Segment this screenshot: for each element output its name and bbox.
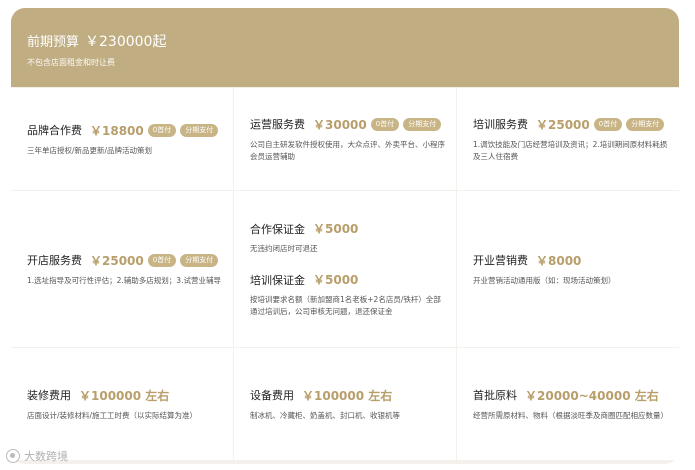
fee-name: 培训服务费 — [473, 118, 528, 131]
fee-name: 装修费用 — [27, 389, 71, 402]
installment-badge: 分期支付 — [626, 117, 665, 131]
zero-down-badge: 0首付 — [593, 117, 623, 131]
deposit-block: 合作保证金 ￥5000 无违约闭店时可退还 — [250, 220, 446, 255]
fee-price: ￥18800 — [90, 123, 144, 138]
fee-price: ￥100000 左右 — [302, 388, 393, 403]
fee-cell-brand: 品牌合作费 ￥18800 0首付 分期支付 三年单店授权/新品更新/品牌活动策划 — [11, 88, 233, 190]
fee-cell-equipment: 设备费用 ￥100000 左右 制冰机、冷藏柜、奶盖机、封口机、收银机等 — [234, 348, 456, 460]
installment-badge: 分期支付 — [403, 117, 442, 131]
fee-name: 培训保证金 — [250, 273, 305, 287]
fee-price: ￥5000 — [313, 222, 359, 236]
fee-name: 运营服务费 — [250, 118, 305, 131]
watermark: 大数跨境 — [6, 448, 68, 464]
fee-desc: 按培训要求名额（新加盟商1名老板+2名店员/铁杆）全部通过培训后，公司审核无问题… — [250, 295, 441, 316]
fee-price: ￥20000~40000 左右 — [525, 388, 659, 403]
fee-name: 设备费用 — [250, 389, 294, 402]
fee-desc: 经营所需原材料、物料（根据淡旺季及商圈匹配相应数量） — [473, 410, 668, 420]
fee-name: 开店服务费 — [27, 254, 82, 267]
fee-price: ￥100000 左右 — [79, 388, 170, 403]
fee-desc: 开业营销活动通用版（如：现场活动策划） — [473, 275, 616, 285]
fee-cell-decoration: 装修费用 ￥100000 左右 店面设计/装修材料/施工工时费（以实际结算为准） — [11, 348, 233, 460]
fee-cell-ops: 运营服务费 ￥30000 0首付 分期支付 公司自主研发软件授权使用，大众点评、… — [234, 88, 456, 190]
budget-header: 前期预算 ￥230000起 不包含店面租金和时让费 — [11, 8, 679, 87]
fee-desc: 三年单店授权/新品更新/品牌活动策划 — [27, 145, 153, 155]
installment-badge: 分期支付 — [180, 253, 219, 267]
budget-title-label: 前期预算 — [27, 35, 80, 50]
fee-name: 开业营销费 — [473, 254, 528, 267]
fee-cell-materials: 首批原料 ￥20000~40000 左右 经营所需原材料、物料（根据淡旺季及商圈… — [457, 348, 679, 460]
fee-price: ￥8000 — [536, 253, 582, 268]
installment-badge: 分期支付 — [180, 123, 219, 137]
budget-total-price: ￥230000起 — [85, 34, 167, 50]
watermark-text: 大数跨境 — [24, 450, 68, 463]
training-deposit-block: 培训保证金 ￥5000 按培训要求名额（新加盟商1名老板+2名店员/铁杆）全部通… — [250, 271, 446, 318]
fee-name: 合作保证金 — [250, 222, 305, 236]
zero-down-badge: 0首付 — [147, 123, 177, 137]
fee-price: ￥30000 — [313, 117, 367, 132]
fee-cell-training: 培训服务费 ￥25000 0首付 分期支付 1.调饮技能及门店经营培训及资讯；2… — [457, 88, 679, 190]
zero-down-badge: 0首付 — [370, 117, 400, 131]
fee-desc: 1.调饮技能及门店经营培训及资讯；2.培训期间原材料耗损及三人住宿费 — [473, 139, 668, 161]
fee-grid: 品牌合作费 ￥18800 0首付 分期支付 三年单店授权/新品更新/品牌活动策划… — [11, 87, 679, 460]
fee-desc: 1.选址指导及可行性评估；2.辅助多店规划；3.试营业辅导 — [27, 275, 221, 285]
fee-name: 首批原料 — [473, 389, 517, 402]
budget-card: 前期预算 ￥230000起 不包含店面租金和时让费 品牌合作费 ￥18800 0首… — [11, 8, 679, 464]
fee-cell-opening: 开店服务费 ￥25000 0首付 分期支付 1.选址指导及可行性评估；2.辅助多… — [11, 191, 233, 347]
fee-cell-marketing: 开业营销费 ￥8000 开业营销活动通用版（如：现场活动策划） — [457, 191, 679, 347]
fee-desc: 店面设计/装修材料/施工工时费（以实际结算为准） — [27, 410, 198, 420]
budget-title: 前期预算 ￥230000起 — [27, 33, 679, 52]
zero-down-badge: 0首付 — [147, 253, 177, 267]
fee-desc: 公司自主研发软件授权使用，大众点评、外卖平台、小程序会员运营辅助 — [250, 139, 445, 161]
fee-desc: 制冰机、冷藏柜、奶盖机、封口机、收银机等 — [250, 410, 400, 420]
fee-name: 品牌合作费 — [27, 124, 82, 137]
budget-subtitle: 不包含店面租金和时让费 — [27, 58, 115, 67]
fee-price: ￥5000 — [313, 273, 359, 287]
fee-desc: 无违约闭店时可退还 — [250, 244, 318, 253]
watermark-logo-icon — [6, 449, 20, 463]
fee-price: ￥25000 — [90, 253, 144, 268]
fee-price: ￥25000 — [536, 117, 590, 132]
fee-cell-deposits: 合作保证金 ￥5000 无违约闭店时可退还 培训保证金 ￥5000 按培训要求名… — [234, 191, 456, 347]
